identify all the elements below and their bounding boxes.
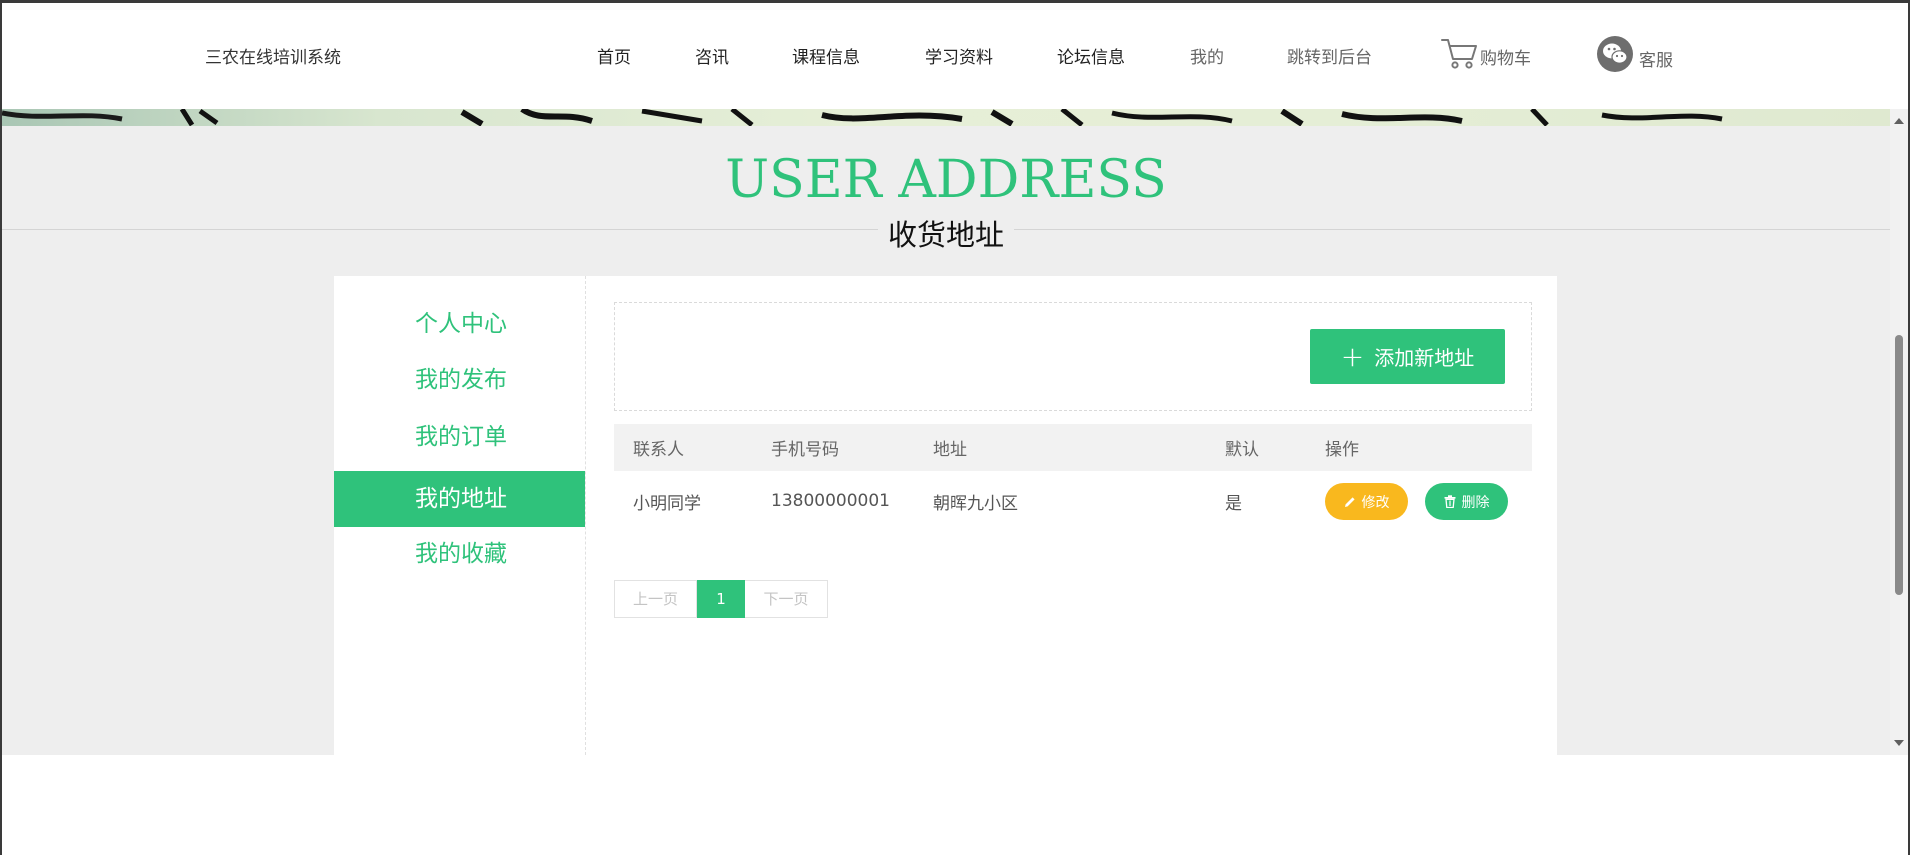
wechat-icon <box>1597 36 1633 72</box>
plus-icon: + <box>1340 339 1365 373</box>
col-address: 地址 <box>933 440 967 460</box>
banner-image-strip <box>2 109 1890 126</box>
pagination-page-1[interactable]: 1 <box>697 580 745 618</box>
user-address-panel: 个人中心 我的发布 我的订单 我的地址 我的收藏 + 添加新地址 联系人 手机号… <box>334 276 1557 755</box>
trash-icon <box>1444 495 1455 508</box>
cart-link[interactable]: 购物车 <box>1440 35 1531 71</box>
sidebar-item-my-address[interactable]: 我的地址 <box>334 471 585 527</box>
edit-address-button[interactable]: 修改 <box>1325 483 1408 520</box>
sidebar-item-my-posts[interactable]: 我的发布 <box>334 352 585 408</box>
page-title-cn: 收货地址 <box>877 212 1014 254</box>
col-phone: 手机号码 <box>771 440 839 460</box>
cell-address: 朝晖九小区 <box>933 493 1018 514</box>
nav-home[interactable]: 首页 <box>597 43 631 68</box>
edit-label: 修改 <box>1361 494 1390 511</box>
delete-address-button[interactable]: 删除 <box>1425 483 1508 520</box>
nav-mine[interactable]: 我的 <box>1190 43 1224 68</box>
col-actions: 操作 <box>1325 440 1359 460</box>
pagination-prev[interactable]: 上一页 <box>614 580 697 618</box>
customer-service-link[interactable]: 客服 <box>1597 36 1673 72</box>
shopping-cart-icon <box>1441 39 1477 69</box>
add-address-button[interactable]: + 添加新地址 <box>1310 329 1505 384</box>
service-label: 客服 <box>1639 51 1673 71</box>
cell-contact: 小明同学 <box>633 493 701 514</box>
scroll-down-arrow-icon[interactable] <box>1894 740 1904 746</box>
page-bottom-blank <box>2 755 1908 855</box>
cell-default: 是 <box>1225 493 1242 514</box>
address-table: 联系人 手机号码 地址 默认 操作 小明同学 13800000001 朝晖九小区… <box>614 424 1532 531</box>
user-sidebar: 个人中心 我的发布 我的订单 我的地址 我的收藏 <box>334 276 586 755</box>
page-title-cn-wrap: 收货地址 <box>2 212 1890 254</box>
cart-label: 购物车 <box>1480 49 1531 69</box>
sidebar-item-my-orders[interactable]: 我的订单 <box>334 409 585 465</box>
col-contact: 联系人 <box>633 440 684 460</box>
nav-news[interactable]: 咨讯 <box>695 43 729 68</box>
table-row: 小明同学 13800000001 朝晖九小区 是 修改 删除 <box>614 471 1532 531</box>
scroll-up-arrow-icon[interactable] <box>1894 118 1904 124</box>
add-address-label: 添加新地址 <box>1374 346 1475 370</box>
scrollbar-thumb[interactable] <box>1895 335 1903 595</box>
pagination-next[interactable]: 下一页 <box>745 580 828 618</box>
sidebar-item-personal-center[interactable]: 个人中心 <box>334 296 585 352</box>
nav-courses[interactable]: 课程信息 <box>792 43 860 68</box>
page-title-en: USER ADDRESS <box>725 150 1167 210</box>
delete-label: 删除 <box>1461 494 1490 511</box>
top-navbar: 三农在线培训系统 首页 咨讯 课程信息 学习资料 论坛信息 我的 跳转到后台 购… <box>2 3 1908 109</box>
address-toolbar: + 添加新地址 <box>614 302 1532 411</box>
table-header: 联系人 手机号码 地址 默认 操作 <box>614 424 1532 471</box>
nav-forum[interactable]: 论坛信息 <box>1057 43 1125 68</box>
nav-admin[interactable]: 跳转到后台 <box>1287 43 1372 68</box>
nav-materials[interactable]: 学习资料 <box>925 43 993 68</box>
cell-phone: 13800000001 <box>771 491 890 511</box>
pagination: 上一页 1 下一页 <box>614 580 828 618</box>
pencil-icon <box>1344 496 1355 507</box>
col-default: 默认 <box>1225 440 1259 460</box>
page-scrollbar[interactable] <box>1890 109 1908 755</box>
sidebar-item-my-favorites[interactable]: 我的收藏 <box>334 526 585 582</box>
